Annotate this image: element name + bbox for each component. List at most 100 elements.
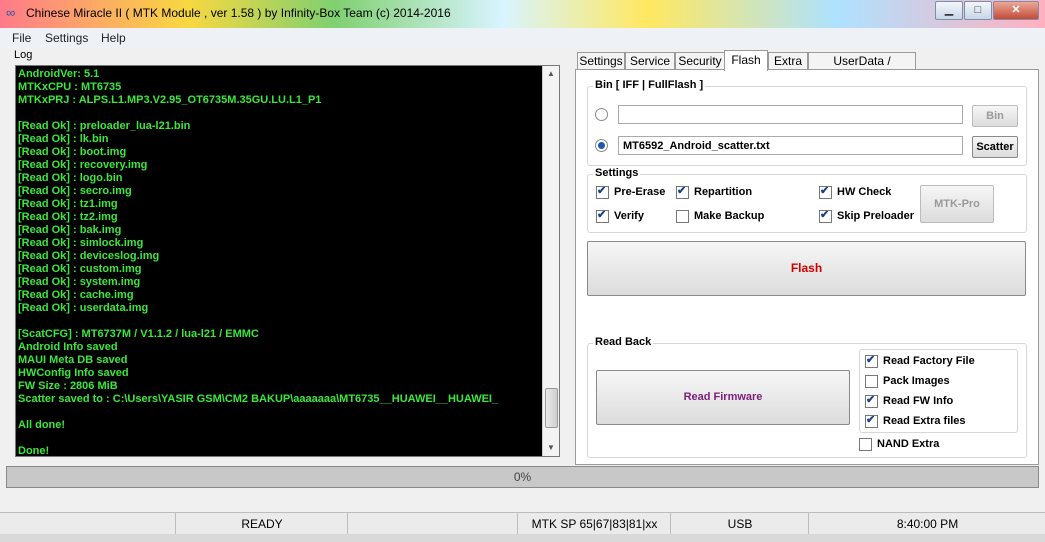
log-console[interactable]: AndroidVer: 5.1 MTKxCPU : MT6735 MTKxPRJ :… [15,65,560,457]
log-line: [ScatCFG] : MT6737M / V1.1.2 / lua-l21 /… [18,328,259,340]
progress-bar: 0% [6,466,1039,488]
menu-help[interactable]: Help [101,31,126,45]
bin-path-input[interactable] [618,105,963,124]
bin-button[interactable]: Bin [972,105,1018,127]
close-button[interactable]: ✕ [993,1,1039,20]
log-line: [Read Ok] : tz2.img [18,211,118,223]
log-lines: AndroidVer: 5.1 MTKxCPU : MT6735 MTKxPRJ :… [18,68,538,457]
checkbox-empty-icon [676,209,689,223]
skip-preloader-checkbox[interactable]: Skip Preloader [819,208,914,223]
scatter-button[interactable]: Scatter [972,136,1018,158]
tab-settings[interactable]: Settings [577,52,625,70]
infinity-logo-icon: ∞ [6,5,16,20]
bin-radio[interactable] [595,108,608,121]
status-mtk-sp: MTK SP 65|67|83|81|xx [517,513,671,535]
status-bar: READY MTK SP 65|67|83|81|xx USB 8:40:00 … [0,512,1045,535]
bin-group-label: Bin [ IFF | FullFlash ] [593,79,706,91]
log-line: [Read Ok] : cache.img [18,289,134,301]
pre-erase-checkbox[interactable]: Pre-Erase [596,184,665,199]
log-line: [Read Ok] : boot.img [18,146,127,158]
bin-group: Bin [ IFF | FullFlash ] Bin MT6592_Andro… [587,79,1027,166]
log-line: [Read Ok] : userdata.img [18,302,149,314]
menu-settings[interactable]: Settings [45,31,88,45]
read-back-group-label: Read Back [593,336,654,348]
scatter-path-input[interactable]: MT6592_Android_scatter.txt [618,136,963,155]
window-title: Chinese Miracle II ( MTK Module , ver 1.… [26,6,451,20]
read-factory-file-checkbox[interactable]: Read Factory File [865,353,975,368]
log-line: MTKxPRJ : ALPS.L1.MP3.V2.95_OT6735M.35GU… [18,94,322,106]
status-empty-cell [347,513,518,535]
log-line: Done! [18,445,50,457]
log-line: AndroidVer: 5.1 [18,68,100,80]
mtk-pro-button[interactable]: MTK-Pro [920,185,994,223]
repartition-checkbox[interactable]: Repartition [676,184,752,199]
checkbox-empty-icon [865,374,878,388]
tab-flash[interactable]: Flash [724,50,768,71]
log-line: [Read Ok] : system.img [18,276,141,288]
checkbox-empty-icon [859,437,872,451]
checkbox-check-icon [865,353,878,368]
minimize-button[interactable]: ▁ [935,1,963,20]
verify-checkbox[interactable]: Verify [596,208,644,223]
checkbox-check-icon [865,393,878,408]
log-line: HWConfig Info saved [18,367,129,379]
maximize-button[interactable]: □ [964,1,992,20]
tab-security[interactable]: Security [675,52,725,70]
pack-images-checkbox[interactable]: Pack Images [865,374,950,388]
log-line: [Read Ok] : bak.img [18,224,122,236]
title-bar: ∞ Chinese Miracle II ( MTK Module , ver … [0,0,1045,28]
checkbox-check-icon [819,208,832,223]
checkbox-check-icon [596,184,609,199]
scroll-thumb[interactable] [545,388,558,428]
status-connection: USB [670,513,809,535]
log-line: [Read Ok] : tz1.img [18,198,118,210]
menu-file[interactable]: File [12,31,31,45]
log-line: [Read Ok] : recovery.img [18,159,148,171]
read-extra-files-checkbox[interactable]: Read Extra files [865,413,966,428]
flash-tab-panel: Bin [ IFF | FullFlash ] Bin MT6592_Andro… [575,69,1039,465]
scroll-up-arrow-icon[interactable]: ▲ [543,66,559,82]
flash-button[interactable]: Flash [587,241,1026,296]
menu-bar: File Settings Help [0,28,1045,48]
log-line: [Read Ok] : custom.img [18,263,142,275]
tab-userdata-forensic[interactable]: UserData / Forensic [808,52,916,85]
progress-label: 0% [513,470,532,484]
make-backup-checkbox[interactable]: Make Backup [676,209,764,223]
log-line: [Read Ok] : lk.bin [18,133,109,145]
log-line: [Read Ok] : deviceslog.img [18,250,160,262]
log-label: Log [14,49,33,61]
tab-extra[interactable]: Extra [768,52,808,70]
nand-extra-checkbox[interactable]: NAND Extra [859,437,939,451]
checkbox-check-icon [865,413,878,428]
settings-group: Settings Pre-Erase Repartition HW Check … [587,167,1027,233]
read-options-box: Read Factory File Pack Images Read FW In… [859,349,1018,433]
read-back-group: Read Back Read Firmware Read Factory Fil… [587,336,1027,458]
status-state: READY [175,513,348,535]
log-line: Scatter saved to : C:\Users\YASIR GSM\CM… [18,393,499,405]
log-line: FW Size : 2806 MiB [18,380,118,392]
log-line: [Read Ok] : logo.bin [18,172,123,184]
log-line: [Read Ok] : secro.img [18,185,132,197]
bottom-strip [0,534,1045,542]
read-fw-info-checkbox[interactable]: Read FW Info [865,393,953,408]
hw-check-checkbox[interactable]: HW Check [819,184,891,199]
log-scrollbar[interactable]: ▲ ▼ [542,66,559,456]
log-line: MAUI Meta DB saved [18,354,128,366]
tab-service[interactable]: Service [625,52,675,70]
log-line: [Read Ok] : preloader_lua-l21.bin [18,120,191,132]
log-line: All done! [18,419,66,431]
log-line: MTKxCPU : MT6735 [18,81,122,93]
settings-group-label: Settings [593,167,641,179]
checkbox-check-icon [819,184,832,199]
window-controls: ▁ □ ✕ [934,1,1039,20]
log-line: Android Info saved [18,341,118,353]
checkbox-check-icon [596,208,609,223]
read-firmware-button[interactable]: Read Firmware [596,370,850,425]
scroll-down-arrow-icon[interactable]: ▼ [543,440,559,456]
scatter-radio[interactable] [595,139,608,152]
log-line: [Read Ok] : simlock.img [18,237,144,249]
